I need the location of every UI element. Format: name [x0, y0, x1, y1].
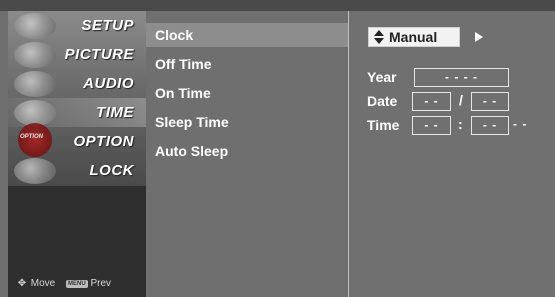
submenu-item-clock[interactable]: Clock — [146, 23, 348, 47]
move-icon: ✥ — [17, 278, 27, 289]
up-down-icon — [374, 30, 384, 44]
time-minute-field[interactable]: - - — [471, 116, 509, 135]
date-separator: / — [459, 92, 463, 108]
category-sidebar: SETUP PICTURE AUDIO TIME OPTION OPTION L… — [8, 11, 146, 297]
prev-label: Prev — [90, 278, 112, 289]
time-label: Time — [367, 117, 400, 133]
category-picture[interactable]: PICTURE — [8, 40, 146, 69]
footer-help: ✥ Move MENU Prev — [16, 278, 111, 289]
move-label: Move — [30, 278, 56, 289]
category-lock[interactable]: LOCK — [8, 156, 146, 185]
category-setup[interactable]: SETUP — [8, 11, 146, 40]
submenu-item-sleep-time[interactable]: Sleep Time — [155, 114, 229, 130]
submenu-item-auto-sleep[interactable]: Auto Sleep — [155, 143, 228, 159]
time-ampm-value[interactable]: - - — [513, 117, 527, 131]
osd-menu-frame: SETUP PICTURE AUDIO TIME OPTION OPTION L… — [0, 0, 555, 297]
clock-settings-panel: Manual Year - - - - Date - - / - - Time … — [349, 11, 555, 297]
menu-key-icon: MENU — [66, 280, 88, 288]
date-label: Date — [367, 93, 398, 109]
submenu-panel: Clock Off Time On Time Sleep Time Auto S… — [146, 11, 348, 297]
submenu-item-on-time[interactable]: On Time — [155, 85, 211, 101]
year-field[interactable]: - - - - — [414, 68, 509, 87]
clock-mode-value: Manual — [389, 29, 438, 45]
category-option[interactable]: OPTION — [8, 127, 146, 156]
top-bar — [0, 0, 555, 11]
time-hour-field[interactable]: - - — [412, 116, 451, 135]
category-time[interactable]: TIME — [8, 98, 146, 127]
date-month-field[interactable]: - - — [412, 92, 451, 111]
clock-mode-select[interactable]: Manual — [368, 27, 460, 47]
date-day-field[interactable]: - - — [471, 92, 509, 111]
category-list: SETUP PICTURE AUDIO TIME OPTION OPTION L… — [8, 11, 146, 186]
play-arrow-icon[interactable] — [475, 32, 483, 42]
time-separator: : — [458, 116, 463, 132]
category-audio[interactable]: AUDIO — [8, 69, 146, 98]
submenu-item-off-time[interactable]: Off Time — [155, 56, 212, 72]
year-label: Year — [367, 69, 397, 85]
